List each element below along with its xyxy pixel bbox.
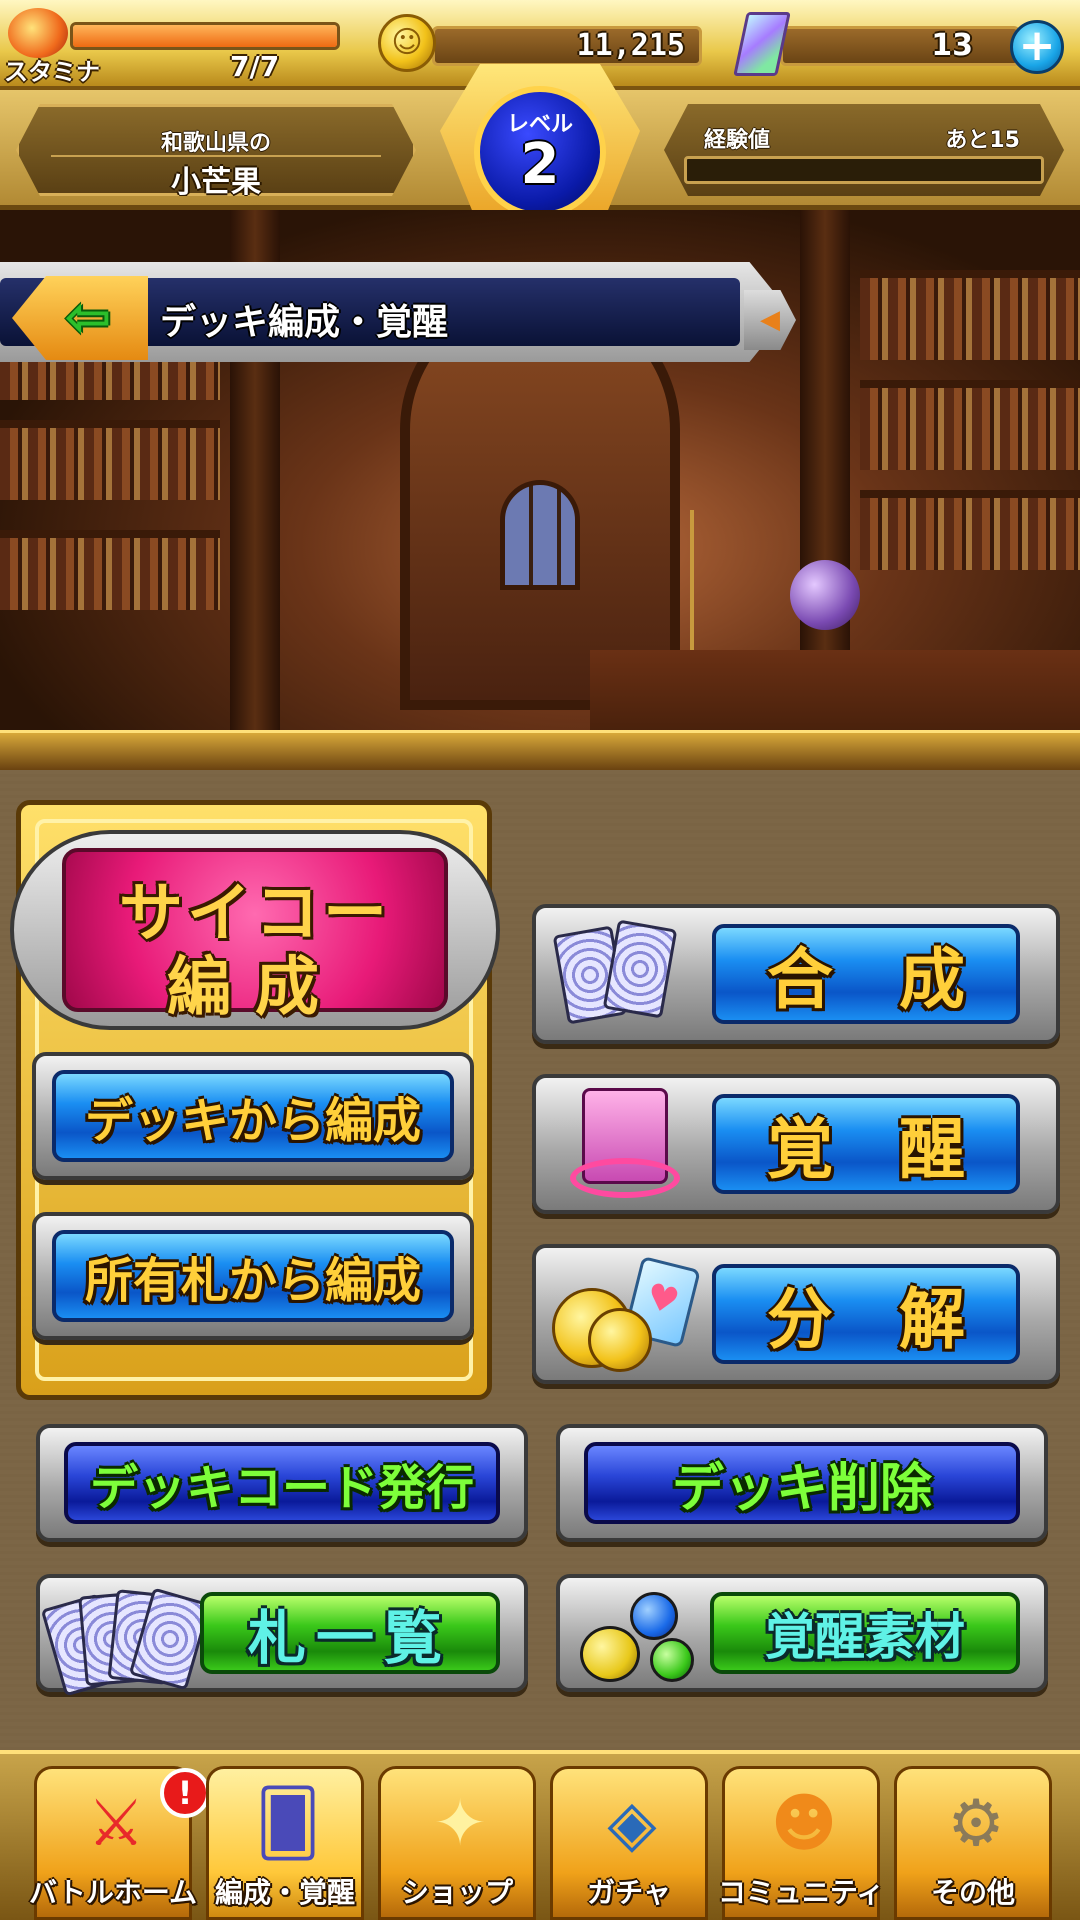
back-arrow-icon: ⇦ bbox=[64, 285, 112, 350]
nav-label: バトルホーム bbox=[28, 1876, 197, 1909]
gacha-icon: ◈ bbox=[607, 1787, 657, 1861]
build-from-owned-label: 所有札から編成 bbox=[84, 1253, 421, 1309]
dismantle-label: 分 解 bbox=[767, 1281, 965, 1358]
button-face: 所有札から編成 bbox=[52, 1230, 454, 1322]
awaken-label: 覚 醒 bbox=[767, 1111, 965, 1188]
player-prefecture: 和歌山県の bbox=[160, 131, 271, 156]
blue-orb-shape bbox=[630, 1592, 678, 1640]
issue-deck-code-label: デッキコード発行 bbox=[89, 1460, 474, 1516]
issue-deck-code-button[interactable]: デッキコード発行 bbox=[36, 1424, 528, 1542]
coin-counter: 11,215 bbox=[432, 26, 702, 66]
stamina-bar-fill bbox=[73, 25, 337, 47]
bookshelf bbox=[0, 530, 220, 610]
coin-value: 11,215 bbox=[576, 28, 685, 63]
exp-label: 経験値 bbox=[704, 128, 771, 153]
crystal-orb bbox=[790, 560, 860, 630]
coin-shape bbox=[588, 1308, 652, 1372]
stamina-bar bbox=[70, 22, 340, 50]
button-face: 分 解 bbox=[712, 1264, 1020, 1364]
psycho-build-label-bottom: 編成 bbox=[167, 951, 343, 1025]
card-list-label: 札一覧 bbox=[247, 1604, 452, 1672]
nav-label: 編成・覚醒 bbox=[214, 1876, 355, 1909]
nav-deck-edit[interactable]: 🂠 編成・覚醒 bbox=[206, 1766, 364, 1920]
build-from-deck-button[interactable]: デッキから編成 bbox=[32, 1052, 474, 1180]
nav-label: その他 bbox=[930, 1876, 1015, 1909]
delete-deck-button[interactable]: デッキ削除 bbox=[556, 1424, 1048, 1542]
nav-community[interactable]: ☻ コミュニティ bbox=[718, 1766, 884, 1920]
build-from-deck-label: デッキから編成 bbox=[84, 1093, 421, 1149]
card-fan-icon bbox=[40, 1586, 212, 1697]
yellow-orb-shape bbox=[580, 1626, 640, 1682]
card-list-button[interactable]: 札一覧 bbox=[36, 1574, 528, 1697]
button-face: 覚 醒 bbox=[712, 1094, 1020, 1194]
nav-other[interactable]: ⚙ その他 bbox=[894, 1766, 1052, 1920]
bookshelf bbox=[860, 490, 1080, 570]
fusion-label: 合 成 bbox=[767, 941, 965, 1018]
button-face: デッキ削除 bbox=[584, 1442, 1020, 1524]
awaken-button[interactable]: 覚 醒 bbox=[532, 1074, 1060, 1214]
nav-label: ガチャ bbox=[587, 1876, 671, 1909]
deck-edit-icon: 🂠 bbox=[255, 1787, 321, 1861]
arched-window bbox=[500, 480, 580, 590]
psycho-build-button-face: サイコー 編成 bbox=[62, 848, 448, 1025]
room-floor-edge bbox=[0, 730, 1080, 770]
button-face: デッキコード発行 bbox=[64, 1442, 500, 1524]
gem-crystal-icon bbox=[733, 12, 791, 76]
community-icon: ☻ bbox=[770, 1787, 838, 1861]
nav-gacha[interactable]: ◈ ガチャ bbox=[550, 1766, 708, 1920]
button-face: 覚醒素材 bbox=[710, 1592, 1020, 1674]
player-name-plate: 和歌山県の 小芒果 bbox=[16, 104, 416, 196]
battle-home-icon: ⚔ bbox=[87, 1787, 145, 1861]
bookshelf bbox=[860, 270, 1080, 360]
gem-counter: 13 bbox=[780, 26, 1020, 66]
gem-value: 13 bbox=[931, 28, 973, 63]
awaken-ring-shape bbox=[570, 1158, 680, 1198]
fusion-button[interactable]: 合 成 bbox=[532, 904, 1060, 1044]
screen-title: デッキ編成・覚醒 bbox=[160, 302, 449, 343]
dismantle-button[interactable]: ♥ 分 解 bbox=[532, 1244, 1060, 1384]
add-gems-button[interactable]: + bbox=[1010, 20, 1064, 74]
psycho-build-button[interactable]: サイコー 編成 bbox=[10, 830, 500, 1030]
nav-shop[interactable]: ✦ ショップ bbox=[378, 1766, 536, 1920]
exp-remaining: あと15 bbox=[945, 128, 1020, 153]
player-name: 小芒果 bbox=[171, 165, 261, 200]
fusion-cards-icon bbox=[552, 919, 678, 1025]
level-value: 2 bbox=[520, 132, 560, 197]
bookshelf bbox=[0, 420, 220, 500]
stamina-flame-icon bbox=[8, 8, 68, 58]
level-circle: レベル 2 bbox=[474, 86, 606, 218]
exp-bar bbox=[684, 156, 1044, 184]
awaken-materials-label: 覚醒素材 bbox=[765, 1608, 965, 1666]
stamina-label: スタミナ bbox=[4, 58, 100, 86]
card-shape bbox=[602, 919, 678, 1019]
balance-scale bbox=[690, 510, 694, 650]
shop-icon: ✦ bbox=[433, 1787, 487, 1861]
green-orb-shape bbox=[650, 1638, 694, 1682]
nav-label: ショップ bbox=[400, 1876, 513, 1909]
settings-gears-icon: ⚙ bbox=[947, 1787, 1005, 1861]
experience-plate: 経験値 あと15 bbox=[664, 104, 1064, 196]
coin-icon: ☺ bbox=[378, 14, 436, 72]
build-from-owned-button[interactable]: 所有札から編成 bbox=[32, 1212, 474, 1340]
awaken-materials-button[interactable]: 覚醒素材 bbox=[556, 1574, 1048, 1692]
button-face: 札一覧 bbox=[200, 1592, 500, 1674]
button-face: デッキから編成 bbox=[52, 1070, 454, 1162]
stamina-value: 7/7 bbox=[230, 50, 280, 83]
materials-orbs-icon bbox=[576, 1586, 706, 1686]
button-face: 合 成 bbox=[712, 924, 1020, 1024]
awaken-card-icon bbox=[566, 1088, 686, 1208]
bookshelf bbox=[860, 380, 1080, 470]
alert-badge-icon: ! bbox=[160, 1768, 210, 1818]
delete-deck-label: デッキ削除 bbox=[671, 1458, 932, 1519]
coins-and-crystal-icon: ♥ bbox=[548, 1255, 708, 1378]
nav-label: コミュニティ bbox=[717, 1876, 885, 1909]
